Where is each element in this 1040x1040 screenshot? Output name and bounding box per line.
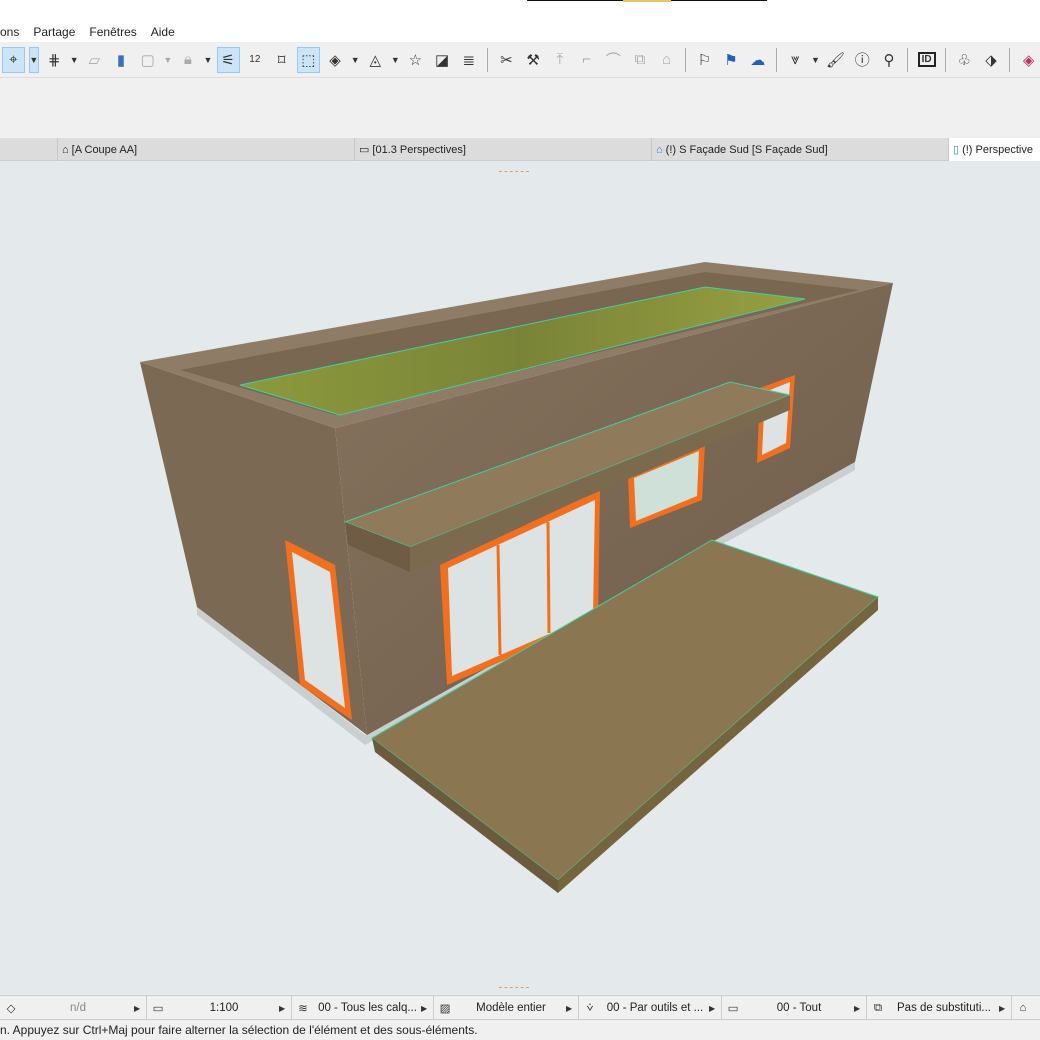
bim-icon[interactable]: ◈ bbox=[1017, 47, 1040, 73]
magic-wand-icon[interactable]: ⚟ bbox=[216, 46, 240, 73]
arrow-right-icon: ▶ bbox=[999, 1003, 1006, 1013]
tab-coupe-aa[interactable]: ⌂ [A Coupe AA] bbox=[57, 138, 354, 161]
status-pen[interactable]: ⩒ 00 - Par outils et ... ▶ bbox=[578, 996, 721, 1020]
elevate-icon[interactable]: ⤒ bbox=[549, 47, 572, 73]
arrow-right-icon: ▶ bbox=[421, 1003, 428, 1013]
tag-icon[interactable]: ⬗ bbox=[980, 47, 1003, 73]
chevron-down-icon[interactable]: ▼ bbox=[70, 47, 79, 73]
chevron-down-icon[interactable]: ▼ bbox=[163, 47, 172, 73]
3d-box-icon[interactable]: ◈ bbox=[324, 47, 347, 73]
chevron-down-icon[interactable]: ▼ bbox=[350, 47, 360, 73]
menu-options[interactable]: ons bbox=[0, 25, 19, 39]
status-override[interactable]: ⧉ Pas de substituti... ▶ bbox=[866, 996, 1011, 1020]
status-model[interactable]: ▨ Modèle entier ▶ bbox=[433, 996, 578, 1020]
tab-perspectives-layout[interactable]: ▭ [01.3 Perspectives] bbox=[354, 138, 651, 161]
status-na[interactable]: ◇ n/d ▶ bbox=[0, 996, 146, 1020]
menu-fenetres[interactable]: Fenêtres bbox=[89, 25, 136, 39]
status-bar: ◇ n/d ▶ ▭ 1:100 ▶ ≋ 00 - Tous les calq... ▶ ▨ M… bbox=[0, 995, 1040, 1020]
chevron-down-icon[interactable]: ▼ bbox=[28, 46, 39, 73]
view-icon: ▭ bbox=[727, 1003, 739, 1015]
arrow-right-icon: ▶ bbox=[566, 1003, 573, 1013]
3d-view-icon: ▯ bbox=[953, 144, 960, 156]
status-layers[interactable]: ≋ 00 - Tous les calq... ▶ bbox=[291, 996, 433, 1020]
map-icon[interactable]: ⚲ bbox=[878, 47, 901, 73]
title-bar bbox=[0, 0, 1040, 22]
layers-icon: ≋ bbox=[298, 1003, 308, 1015]
corner-icon[interactable]: ⌐ bbox=[575, 47, 598, 73]
section-icon[interactable]: ◪ bbox=[431, 47, 454, 73]
cloud-list-icon[interactable]: ☁ bbox=[746, 47, 769, 73]
status-renovation[interactable]: ⌂ bbox=[1011, 996, 1040, 1020]
tab-facade-sud[interactable]: ⌂ (!) S Façade Sud [S Façade Sud] bbox=[651, 138, 948, 161]
lock-icon[interactable]: 🔒︎ bbox=[177, 47, 200, 73]
status-scale[interactable]: ▭ 1:100 ▶ bbox=[146, 996, 291, 1020]
coordinates-icon[interactable]: ⌖ bbox=[2, 46, 25, 73]
id-icon[interactable]: ID bbox=[915, 47, 938, 73]
tab-perspective[interactable]: ▯ (!) Perspective bbox=[948, 138, 1040, 161]
override-icon: ⧉ bbox=[873, 1001, 883, 1014]
frame-icon[interactable]: ▢ bbox=[136, 47, 159, 73]
plane-icon[interactable]: ▱ bbox=[83, 47, 106, 73]
scale-icon: ▭ bbox=[152, 1003, 164, 1015]
selection-icon[interactable]: ⬚ bbox=[296, 46, 320, 73]
wall-icon[interactable]: ▮ bbox=[110, 47, 133, 73]
tree-icon[interactable]: ♧ bbox=[953, 47, 976, 73]
ruler-icon[interactable]: 12 bbox=[244, 47, 267, 73]
tab-blank[interactable] bbox=[0, 138, 57, 161]
chevron-down-icon[interactable]: ▼ bbox=[391, 47, 400, 73]
building-model bbox=[140, 262, 893, 893]
menu-bar: ons Partage Fenêtres Aide bbox=[0, 22, 1040, 42]
info-icon[interactable]: ⓘ bbox=[851, 47, 874, 73]
star-icon[interactable]: ☆ bbox=[404, 47, 427, 73]
flag-list-icon[interactable]: ⚑ bbox=[720, 47, 743, 73]
status-view[interactable]: ▭ 00 - Tout ▶ bbox=[721, 996, 866, 1020]
arrow-right-icon: ▶ bbox=[279, 1003, 286, 1013]
model-icon: ▨ bbox=[439, 1003, 451, 1015]
layout-icon: ▭ bbox=[359, 144, 370, 156]
split-icon[interactable]: ✂ bbox=[495, 47, 518, 73]
filter-icon[interactable]: ⩔ bbox=[784, 47, 807, 73]
offset-icon[interactable]: ⧉ bbox=[629, 47, 652, 73]
house-icon: ⌂ bbox=[1019, 1002, 1027, 1014]
shape-icon[interactable]: ◬ bbox=[364, 47, 387, 73]
menu-partage[interactable]: Partage bbox=[33, 25, 75, 39]
layers-icon[interactable]: ≣ bbox=[457, 47, 480, 73]
flag-icon[interactable]: ⚐ bbox=[693, 47, 716, 73]
toolbar-area bbox=[0, 79, 1040, 138]
arc-icon[interactable]: ⌒ bbox=[602, 47, 625, 73]
chevron-down-icon[interactable]: ▼ bbox=[811, 47, 820, 73]
3d-viewport[interactable] bbox=[0, 161, 1040, 995]
view-tabs: ⌂ [A Coupe AA] ▭ [01.3 Perspectives] ⌂ (!) … bbox=[0, 138, 1040, 161]
section-icon: ⌂ bbox=[62, 143, 69, 156]
grid-snap-icon[interactable]: ⋕ bbox=[43, 47, 66, 73]
toolbar: ⌖ ▼ ⋕ ▼ ▱ ▮ ▢ ▼ 🔒︎ ▼ ⚟ 12 ⌑ ⬚ ◈ ▼ ◬ ▼ ☆ ◪ ≣ ✂ … bbox=[0, 42, 1040, 78]
cross-icon[interactable]: ⌑ bbox=[270, 47, 293, 73]
chevron-down-icon[interactable]: ▼ bbox=[203, 47, 213, 73]
arrow-right-icon: ▶ bbox=[854, 1003, 861, 1013]
arrow-right-icon: ▶ bbox=[709, 1003, 716, 1013]
pen-icon: ⩒ bbox=[586, 1001, 594, 1014]
paint-icon[interactable]: 🖌︎ bbox=[824, 47, 847, 73]
house-icon[interactable]: ⌂ bbox=[655, 47, 678, 73]
arrow-right-icon: ▶ bbox=[134, 1003, 141, 1013]
status-hint: n. Appuyez sur Ctrl+Maj pour faire alter… bbox=[0, 1023, 478, 1037]
hammer-icon[interactable]: ⚒ bbox=[522, 47, 545, 73]
menu-aide[interactable]: Aide bbox=[151, 25, 175, 39]
elevation-icon: ⌂ bbox=[656, 143, 663, 156]
rotate-icon: ◇ bbox=[6, 1003, 16, 1015]
